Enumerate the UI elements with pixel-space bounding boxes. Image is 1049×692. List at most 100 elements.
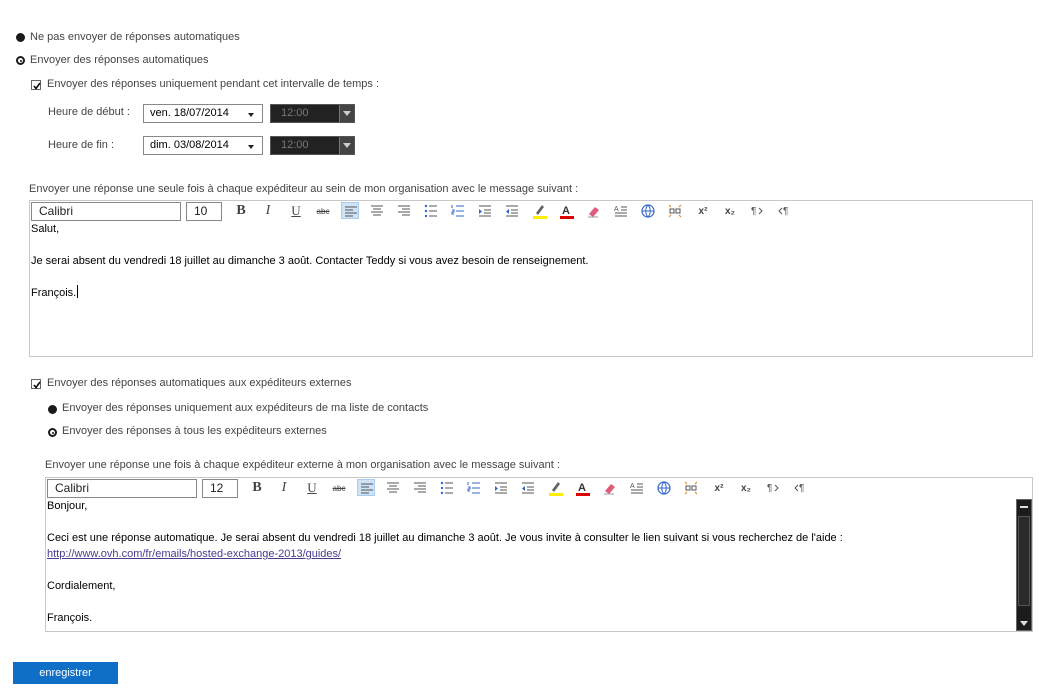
subscript-label: x₂ [724, 206, 735, 217]
vertical-scrollbar[interactable] [1016, 499, 1032, 631]
font-color-button[interactable]: A [574, 479, 592, 496]
subscript-label: x₂ [740, 483, 751, 494]
font-color-button[interactable]: A [558, 202, 576, 219]
ltr-icon: ¶ [751, 206, 763, 217]
contacts-only-label: Envoyer des réponses uniquement aux expé… [62, 402, 429, 414]
internal-message-heading: Envoyer une réponse une seule fois à cha… [29, 183, 579, 195]
text-cursor [77, 285, 79, 298]
remove-link-button[interactable] [682, 479, 700, 496]
subscript-button[interactable]: x₂ [737, 479, 755, 496]
svg-text:A: A [578, 482, 586, 494]
message-line: Je serai absent du vendredi 18 juillet a… [31, 255, 589, 267]
check-icon [33, 82, 41, 90]
superscript-button[interactable]: x² [694, 202, 712, 219]
highlight-button[interactable] [531, 202, 549, 219]
outdent-icon [506, 205, 518, 217]
send-auto-reply-label: Envoyer des réponses automatiques [30, 54, 209, 66]
svg-text:A: A [614, 206, 619, 213]
increase-indent-button[interactable] [476, 202, 494, 219]
strikethrough-button[interactable]: abc [314, 202, 332, 219]
subscript-button[interactable]: x₂ [721, 202, 739, 219]
svg-text:¶: ¶ [783, 206, 788, 217]
indent-icon [495, 482, 507, 494]
bold-button[interactable]: B [232, 202, 250, 219]
highlight-icon [549, 482, 563, 496]
end-date-value: dim. 03/08/2014 [150, 139, 229, 151]
eraser-icon [588, 207, 599, 218]
underline-button[interactable]: U [287, 202, 305, 219]
align-right-icon [398, 205, 410, 216]
time-range-checkbox[interactable] [31, 80, 41, 90]
rtl-button[interactable]: ¶ [791, 479, 809, 496]
rtl-icon: ¶ [778, 206, 788, 217]
ltr-icon: ¶ [767, 483, 779, 494]
numbered-list-button[interactable] [449, 202, 467, 219]
radio-contacts-only[interactable] [48, 405, 57, 414]
align-right-button[interactable] [395, 202, 413, 219]
end-date-picker[interactable]: dim. 03/08/2014 [143, 136, 263, 155]
clear-format-button[interactable] [601, 479, 619, 496]
underline-button[interactable]: U [303, 479, 321, 496]
strikethrough-button[interactable]: abc [330, 479, 348, 496]
svg-text:¶: ¶ [799, 483, 804, 494]
superscript-label: x² [714, 483, 724, 494]
message-line: François. [47, 612, 93, 624]
paragraph-style-button[interactable]: A [612, 202, 630, 219]
align-center-button[interactable] [384, 479, 402, 496]
increase-indent-button[interactable] [492, 479, 510, 496]
italic-button[interactable]: I [275, 479, 293, 496]
bullets-icon [424, 204, 437, 218]
bold-button[interactable]: B [248, 479, 266, 496]
signature-text: François. [31, 287, 77, 299]
align-center-button[interactable] [368, 202, 386, 219]
highlight-button[interactable] [547, 479, 565, 496]
insert-link-button[interactable] [655, 479, 673, 496]
align-left-button[interactable] [341, 202, 359, 219]
radio-send-auto-reply[interactable] [16, 56, 25, 65]
unlink-icon [684, 481, 698, 495]
italic-label: I [281, 480, 287, 495]
rtl-button[interactable]: ¶ [775, 202, 793, 219]
bullet-list-button[interactable] [438, 479, 456, 496]
align-left-button[interactable] [357, 479, 375, 496]
save-button[interactable]: enregistrer [13, 662, 118, 684]
end-time-value: 12:00 [281, 139, 309, 151]
superscript-button[interactable]: x² [710, 479, 728, 496]
clear-format-button[interactable] [585, 202, 603, 219]
decrease-indent-button[interactable] [503, 202, 521, 219]
italic-button[interactable]: I [259, 202, 277, 219]
numbered-list-button[interactable] [465, 479, 483, 496]
internal-message-body[interactable]: Salut, Je serai absent du vendredi 18 ju… [31, 221, 588, 301]
chevron-down-icon[interactable] [339, 137, 354, 154]
chevron-down-icon[interactable] [339, 105, 354, 122]
ltr-button[interactable]: ¶ [764, 479, 782, 496]
scroll-down-icon[interactable] [1020, 621, 1028, 626]
help-link[interactable]: http://www.ovh.com/fr/emails/hosted-exch… [47, 548, 341, 560]
start-time-select[interactable]: 12:00 [270, 104, 355, 123]
underline-label: U [291, 203, 301, 218]
remove-link-button[interactable] [666, 202, 684, 219]
external-message-heading: Envoyer une réponse une fois à chaque ex… [45, 459, 560, 471]
radio-all-external[interactable] [48, 428, 57, 437]
ltr-button[interactable]: ¶ [748, 202, 766, 219]
radio-no-auto-reply[interactable] [16, 33, 25, 42]
paragraph-style-button[interactable]: A [628, 479, 646, 496]
italic-label: I [265, 203, 271, 218]
insert-link-button[interactable] [639, 202, 657, 219]
end-time-select[interactable]: 12:00 [270, 136, 355, 155]
svg-text:¶: ¶ [751, 206, 756, 217]
highlight-icon [533, 205, 547, 219]
align-right-button[interactable] [411, 479, 429, 496]
bullet-list-button[interactable] [422, 202, 440, 219]
start-time-label: Heure de début : [48, 106, 130, 118]
strikethrough-label: abc [332, 484, 346, 493]
external-senders-checkbox[interactable] [31, 379, 41, 389]
external-message-body[interactable]: Bonjour, Ceci est une réponse automatiqu… [47, 498, 843, 626]
scroll-up-icon[interactable] [1020, 506, 1028, 508]
decrease-indent-button[interactable] [519, 479, 537, 496]
start-date-picker[interactable]: ven. 18/07/2014 [143, 104, 263, 123]
scroll-thumb[interactable] [1018, 516, 1030, 606]
indent-icon [479, 205, 491, 217]
svg-text:A: A [630, 483, 635, 490]
